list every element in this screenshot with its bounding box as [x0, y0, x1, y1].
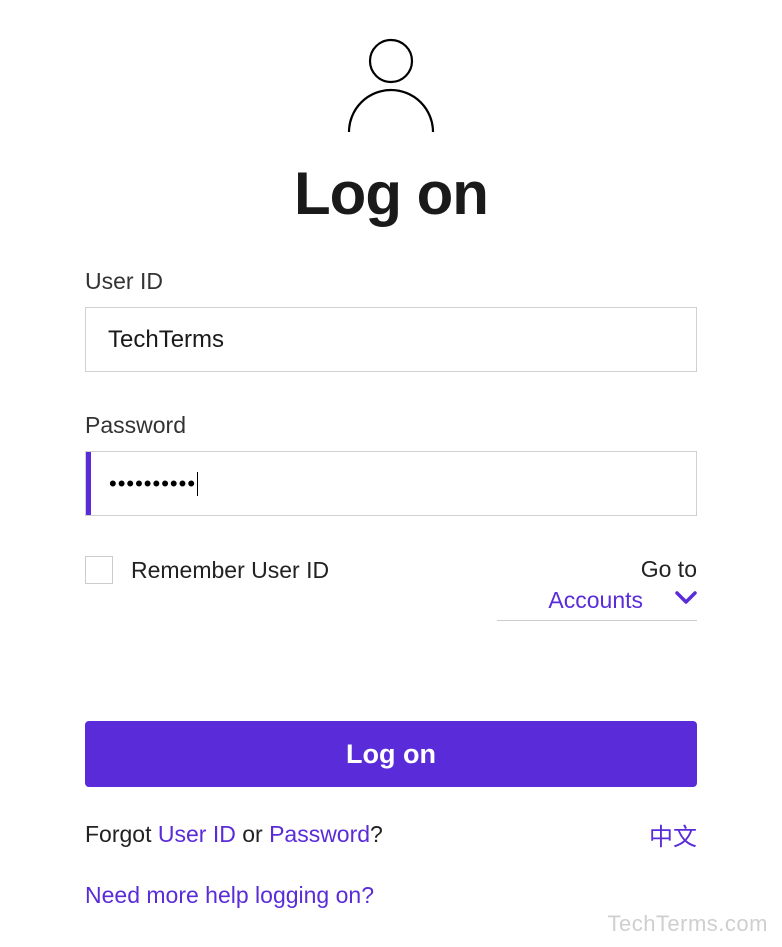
user-id-label: User ID [85, 268, 697, 295]
forgot-suffix: ? [370, 821, 383, 847]
user-id-group: User ID [85, 268, 697, 372]
links-row: Forgot User ID or Password? 中文 [85, 817, 697, 852]
login-panel: Log on User ID Password •••••••••• Remem… [0, 0, 782, 909]
text-caret [197, 472, 198, 496]
logon-button[interactable]: Log on [85, 721, 697, 787]
goto-wrap: Go to Accounts [497, 556, 697, 621]
user-icon-wrap [85, 38, 697, 139]
remember-checkbox[interactable] [85, 556, 113, 584]
forgot-user-id-link[interactable]: User ID [158, 821, 236, 847]
options-row: Remember User ID Go to Accounts [85, 556, 697, 621]
remember-wrap: Remember User ID [85, 556, 329, 584]
forgot-password-link[interactable]: Password [269, 821, 370, 847]
password-label: Password [85, 412, 697, 439]
forgot-text: Forgot User ID or Password? [85, 821, 383, 848]
password-dots: •••••••••• [109, 471, 196, 497]
goto-value: Accounts [548, 587, 643, 614]
page-title: Log on [85, 159, 697, 228]
password-group: Password •••••••••• [85, 412, 697, 516]
remember-label: Remember User ID [131, 557, 329, 584]
goto-select[interactable]: Accounts [497, 587, 697, 621]
password-value: •••••••••• [91, 471, 216, 497]
forgot-sep: or [236, 821, 269, 847]
language-link[interactable]: 中文 [649, 817, 697, 852]
help-link[interactable]: Need more help logging on? [85, 882, 374, 908]
user-id-input[interactable] [85, 307, 697, 372]
forgot-prefix: Forgot [85, 821, 158, 847]
password-input[interactable]: •••••••••• [85, 451, 697, 516]
user-icon [345, 38, 437, 139]
goto-label: Go to [497, 556, 697, 583]
watermark: TechTerms.com [607, 911, 768, 937]
chevron-down-icon [675, 591, 697, 610]
